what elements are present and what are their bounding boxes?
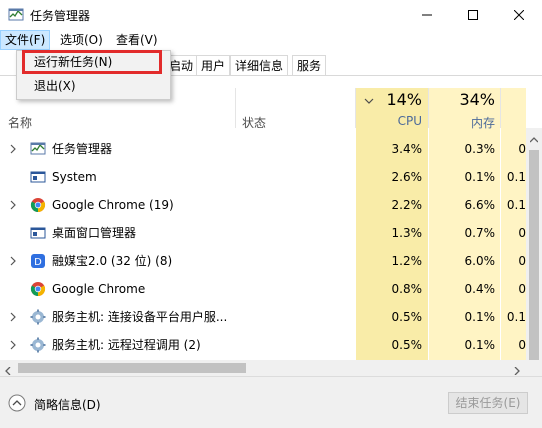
process-name: 任务管理器 xyxy=(52,142,113,156)
memory-value: 0.1% xyxy=(464,338,496,352)
tab-details[interactable]: 详细信息 xyxy=(230,55,289,75)
table-row[interactable]: 服务主机: 远程过程调用 (2) 0.5% 0.1% 0 xyxy=(0,331,542,359)
end-task-button[interactable]: 结束任务(E) xyxy=(448,392,528,414)
close-button[interactable] xyxy=(496,0,542,30)
disk-value: 0 xyxy=(518,338,526,352)
window-title: 任务管理器 xyxy=(30,9,91,23)
scroll-up-icon[interactable] xyxy=(529,132,539,146)
table-row[interactable]: 桌面窗口管理器 1.3% 0.7% 0 xyxy=(0,219,542,247)
process-name: 融媒宝2.0 (32 位) (8) xyxy=(52,254,173,268)
system-window-icon xyxy=(30,225,46,241)
memory-value: 6.0% xyxy=(464,254,496,268)
tab-services[interactable]: 服务 xyxy=(292,55,327,75)
cpu-value: 1.2% xyxy=(391,254,423,268)
memory-value: 0.1% xyxy=(464,310,496,324)
disk-value: 0 xyxy=(518,282,526,296)
horizontal-scrollbar[interactable] xyxy=(0,360,526,376)
table-row[interactable]: 服务主机: 连接设备平台用户服... 0.5% 0.1% 0.1 xyxy=(0,303,542,331)
cpu-value: 3.4% xyxy=(391,142,423,156)
rongmeibao-icon: D xyxy=(30,253,46,269)
column-name-header[interactable]: 名称 xyxy=(8,114,32,131)
cpu-value: 2.6% xyxy=(391,170,423,184)
disk-value: 0.1 xyxy=(506,310,526,324)
minimize-button[interactable] xyxy=(404,0,450,30)
memory-header-label: 内存 xyxy=(470,116,495,130)
disk-value: 0 xyxy=(518,226,526,240)
cpu-value: 1.3% xyxy=(391,226,423,240)
disk-value: 0 xyxy=(518,254,526,268)
memory-total-percent-label: 34% xyxy=(459,90,495,109)
minimize-icon xyxy=(422,14,432,16)
memory-value: 0.3% xyxy=(464,142,496,156)
cpu-value: 0.8% xyxy=(391,282,423,296)
gear-icon xyxy=(30,337,46,353)
process-name: System xyxy=(52,170,97,184)
vertical-scroll-thumb[interactable] xyxy=(529,150,539,360)
expand-chevron-icon[interactable] xyxy=(8,135,18,163)
table-row[interactable]: System 2.6% 0.1% 0.1 xyxy=(0,163,542,191)
vertical-scrollbar[interactable] xyxy=(526,128,542,360)
table-row[interactable]: 任务管理器 3.4% 0.3% 0 xyxy=(0,135,542,163)
column-divider xyxy=(235,88,236,128)
process-name: 服务主机: 连接设备平台用户服... xyxy=(52,310,228,324)
cpu-header-label: CPU xyxy=(397,114,422,128)
menu-options[interactable]: 选项(O) xyxy=(56,30,107,50)
task-manager-icon xyxy=(30,141,46,157)
scrollbar-corner xyxy=(526,360,542,376)
cpu-value: 0.5% xyxy=(391,338,423,352)
highlight-box xyxy=(22,50,162,74)
svg-text:D: D xyxy=(34,257,42,268)
gear-icon xyxy=(30,309,46,325)
close-icon xyxy=(514,10,524,20)
table-row[interactable]: Google Chrome 0.8% 0.4% 0 xyxy=(0,275,542,303)
disk-value: 0.1 xyxy=(506,170,526,184)
expand-chevron-icon[interactable] xyxy=(8,303,18,331)
memory-value: 0.1% xyxy=(464,170,496,184)
menu-view[interactable]: 查看(V) xyxy=(112,30,162,50)
process-name: 服务主机: 远程过程调用 (2) xyxy=(52,338,201,352)
disk-value: 0 xyxy=(518,142,526,156)
chrome-icon xyxy=(30,281,46,297)
system-window-icon xyxy=(30,169,46,185)
task-manager-icon xyxy=(8,7,24,23)
chevron-up-circle-icon[interactable] xyxy=(8,394,26,412)
chrome-icon xyxy=(30,197,46,213)
tab-users[interactable]: 用户 xyxy=(196,55,231,75)
cpu-value: 0.5% xyxy=(391,310,423,324)
memory-value: 0.7% xyxy=(464,226,496,240)
memory-value: 0.4% xyxy=(464,282,496,296)
horizontal-scroll-thumb[interactable] xyxy=(18,363,246,373)
sort-chevron-icon xyxy=(364,94,374,108)
memory-value: 6.6% xyxy=(464,198,496,212)
expand-chevron-icon[interactable] xyxy=(8,191,18,219)
maximize-button[interactable] xyxy=(450,0,496,30)
expand-chevron-icon[interactable] xyxy=(8,331,18,359)
disk-value: 0.1 xyxy=(506,198,526,212)
exit-menu-item[interactable]: 退出(X) xyxy=(34,76,76,96)
maximize-icon xyxy=(468,10,478,20)
table-row[interactable]: D 融媒宝2.0 (32 位) (8) 1.2% 6.0% 0 xyxy=(0,247,542,275)
column-status-header[interactable]: 状态 xyxy=(242,114,266,131)
process-name: Google Chrome xyxy=(52,282,146,296)
process-name: 桌面窗口管理器 xyxy=(52,226,137,240)
fewer-details-link[interactable]: 简略信息(D) xyxy=(34,396,101,413)
menu-file[interactable]: 文件(F) xyxy=(0,30,51,50)
table-row[interactable]: Google Chrome (19) 2.2% 6.6% 0.1 xyxy=(0,191,542,219)
cpu-value: 2.2% xyxy=(391,198,423,212)
expand-chevron-icon[interactable] xyxy=(8,247,18,275)
process-name: Google Chrome (19) xyxy=(52,198,174,212)
